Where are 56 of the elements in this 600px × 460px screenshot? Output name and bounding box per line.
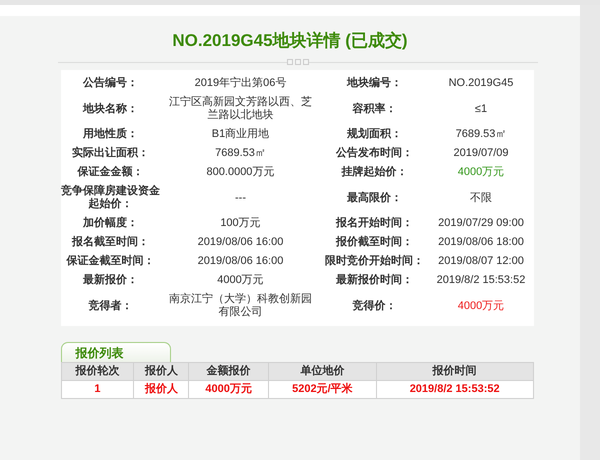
field-label: 地块名称：	[82, 102, 139, 116]
field-value: ---	[234, 190, 247, 206]
field-label: 报名开始时间：	[334, 216, 414, 231]
table-cell: 5202元/平米	[268, 380, 376, 398]
field-label: 保证金金额：	[76, 164, 144, 180]
field-label: 报名截至时间：	[70, 234, 150, 250]
field-label: 挂牌起始价：	[340, 164, 408, 180]
field-value: ≤1	[474, 102, 488, 116]
field-value: 2019/07/29 09:00	[437, 216, 525, 231]
field-label: 限时竞价开始时间：	[324, 254, 425, 269]
field-label: 实际出让面积：	[71, 146, 150, 161]
field-label: 加价幅度：	[82, 216, 139, 231]
page-title: NO.2019G45地块详情 (已成交)	[172, 30, 408, 52]
field-label: 最高限价：	[346, 190, 403, 206]
column-header: 报价轮次	[61, 362, 134, 380]
field-value: NO.2019G45	[448, 76, 514, 91]
field-value: 2019/08/07 12:00	[437, 254, 525, 269]
table-cell: 4000万元	[188, 380, 269, 398]
column-header: 金额报价	[188, 362, 269, 380]
field-label: 公告编号：	[82, 76, 139, 91]
field-value: 南京江宁（大学）科教创新园有限公司	[168, 292, 313, 320]
table-cell: 1	[61, 380, 134, 398]
field-label: 竞争保障房建设资金起始价：	[60, 184, 160, 212]
field-value: 江宁区高新园文芳路以西、芝兰路以北地块	[168, 94, 313, 123]
field-value: 7689.53㎡	[214, 146, 267, 161]
bids-tab[interactable]: 报价列表	[60, 342, 170, 362]
field-value: 不限	[469, 190, 493, 206]
field-value: 4000万元	[216, 273, 265, 288]
field-label: 保证金截至时间：	[65, 254, 156, 269]
field-label: 竞得价：	[352, 298, 398, 314]
field-value: 2019年宁出第06号	[194, 76, 288, 91]
field-value: 800.0000万元	[206, 165, 276, 180]
field-label: 竞得者：	[88, 298, 134, 314]
column-header: 单位地价	[268, 362, 376, 380]
field-value: 2019/08/06 18:00	[437, 235, 525, 250]
table-cell: 报价人	[134, 380, 189, 398]
table-cell: 2019/8/2 15:53:52	[376, 380, 533, 398]
field-label: 公告发布时间：	[334, 146, 414, 161]
field-label: 规划面积：	[346, 126, 403, 142]
field-label: 最新报价：	[82, 272, 139, 288]
field-label: 报价截至时间：	[334, 234, 414, 250]
field-label: 容积率：	[352, 102, 398, 116]
field-label: 地块编号：	[346, 76, 403, 91]
field-label: 用地性质：	[82, 126, 139, 142]
field-value: 4000万元	[456, 165, 506, 180]
field-value: 2019/07/09	[452, 146, 510, 161]
field-label: 最新报价时间：	[335, 272, 414, 288]
field-value: 4000万元	[456, 298, 506, 314]
column-header: 报价时间	[376, 362, 533, 380]
field-value: B1商业用地	[210, 126, 270, 142]
field-value: 100万元	[219, 216, 262, 231]
field-value: 2019/8/2 15:53:52	[436, 273, 526, 288]
field-value: 2019/08/06 16:00	[196, 254, 284, 269]
field-value: 7689.53㎡	[454, 127, 508, 142]
dots-icon	[287, 59, 309, 65]
field-value: 2019/08/06 16:00	[196, 235, 284, 250]
